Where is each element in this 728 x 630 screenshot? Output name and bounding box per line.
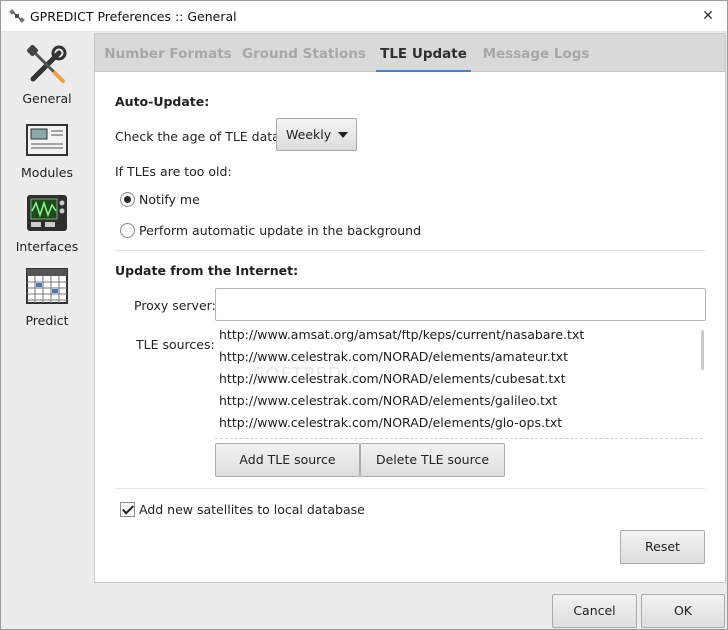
- list-item[interactable]: http://www.celestrak.com/NORAD/elements/…: [219, 368, 566, 390]
- radio-auto-update-label[interactable]: Perform automatic update in the backgrou…: [139, 223, 421, 238]
- proxy-input[interactable]: [215, 288, 706, 321]
- list-item[interactable]: http://www.celestrak.com/NORAD/elements/…: [219, 412, 562, 434]
- list-item[interactable]: http://www.celestrak.com/NORAD/elements/…: [219, 346, 568, 368]
- cancel-button[interactable]: Cancel: [552, 594, 637, 628]
- list-item[interactable]: http://www.celestrak.com/NORAD/elements/…: [219, 390, 557, 412]
- preferences-window: GPREDICT Preferences :: General ✕ Genera…: [0, 0, 728, 630]
- satellite-icon: [9, 9, 25, 23]
- close-button[interactable]: ✕: [693, 4, 723, 28]
- tab-bar: Number Formats Ground Stations TLE Updat…: [95, 34, 725, 72]
- sidebar-label-general: General: [22, 91, 72, 106]
- tab-tle-update[interactable]: TLE Update: [376, 34, 471, 72]
- tle-sources-label: TLE sources:: [136, 337, 215, 352]
- tle-sources-list[interactable]: http://www.amsat.org/amsat/ftp/keps/curr…: [215, 330, 707, 440]
- tle-age-value: Weekly: [286, 127, 332, 142]
- auto-update-heading: Auto-Update:: [115, 94, 210, 109]
- tle-age-label: Check the age of TLE data:: [115, 129, 285, 144]
- ok-button[interactable]: OK: [641, 594, 725, 628]
- sidebar-item-interfaces[interactable]: Interfaces: [1, 185, 93, 257]
- wrench-screwdriver-icon: [26, 44, 67, 83]
- sidebar-item-general[interactable]: General: [1, 37, 93, 109]
- sidebar-item-modules[interactable]: Modules: [1, 111, 93, 183]
- window-title: GPREDICT Preferences :: General: [30, 9, 237, 24]
- add-new-sats-label[interactable]: Add new satellites to local database: [139, 502, 365, 517]
- delete-tle-source-button[interactable]: Delete TLE source: [360, 443, 505, 477]
- list-item[interactable]: http://www.amsat.org/amsat/ftp/keps/curr…: [219, 330, 584, 346]
- sources-divider: [215, 438, 703, 439]
- internet-heading: Update from the Internet:: [115, 263, 299, 278]
- reset-button[interactable]: Reset: [620, 530, 705, 564]
- too-old-label: If TLEs are too old:: [115, 164, 232, 179]
- add-new-sats-checkbox[interactable]: [120, 502, 135, 517]
- tab-number-formats[interactable]: Number Formats: [103, 34, 233, 72]
- tle-age-dropdown[interactable]: Weekly: [276, 118, 357, 151]
- radio-auto-update[interactable]: [120, 223, 135, 238]
- sidebar-item-predict[interactable]: Predict: [1, 259, 93, 331]
- proxy-label: Proxy server:: [134, 298, 216, 313]
- modules-icon: [26, 124, 68, 156]
- sidebar-label-predict: Predict: [25, 313, 69, 328]
- sidebar-label-modules: Modules: [21, 165, 73, 180]
- calendar-grid-icon: [26, 268, 68, 304]
- sidebar-label-interfaces: Interfaces: [15, 239, 79, 254]
- close-icon: ✕: [702, 8, 714, 24]
- dropdown-arrow-icon: [338, 132, 348, 138]
- interfaces-icon: [27, 195, 67, 231]
- title-bar: GPREDICT Preferences :: General ✕: [1, 1, 727, 32]
- tab-ground-stations[interactable]: Ground Stations: [241, 34, 367, 72]
- preferences-panel: Number Formats Ground Stations TLE Updat…: [94, 33, 726, 583]
- tab-message-logs[interactable]: Message Logs: [481, 34, 591, 72]
- sources-scrollbar[interactable]: [701, 330, 704, 370]
- radio-notify-me[interactable]: [120, 192, 135, 207]
- sidebar: General Modules Interfaces Predict: [1, 33, 93, 583]
- separator: [115, 250, 705, 251]
- separator: [115, 488, 705, 489]
- radio-notify-me-label[interactable]: Notify me: [139, 192, 200, 207]
- add-tle-source-button[interactable]: Add TLE source: [215, 443, 360, 477]
